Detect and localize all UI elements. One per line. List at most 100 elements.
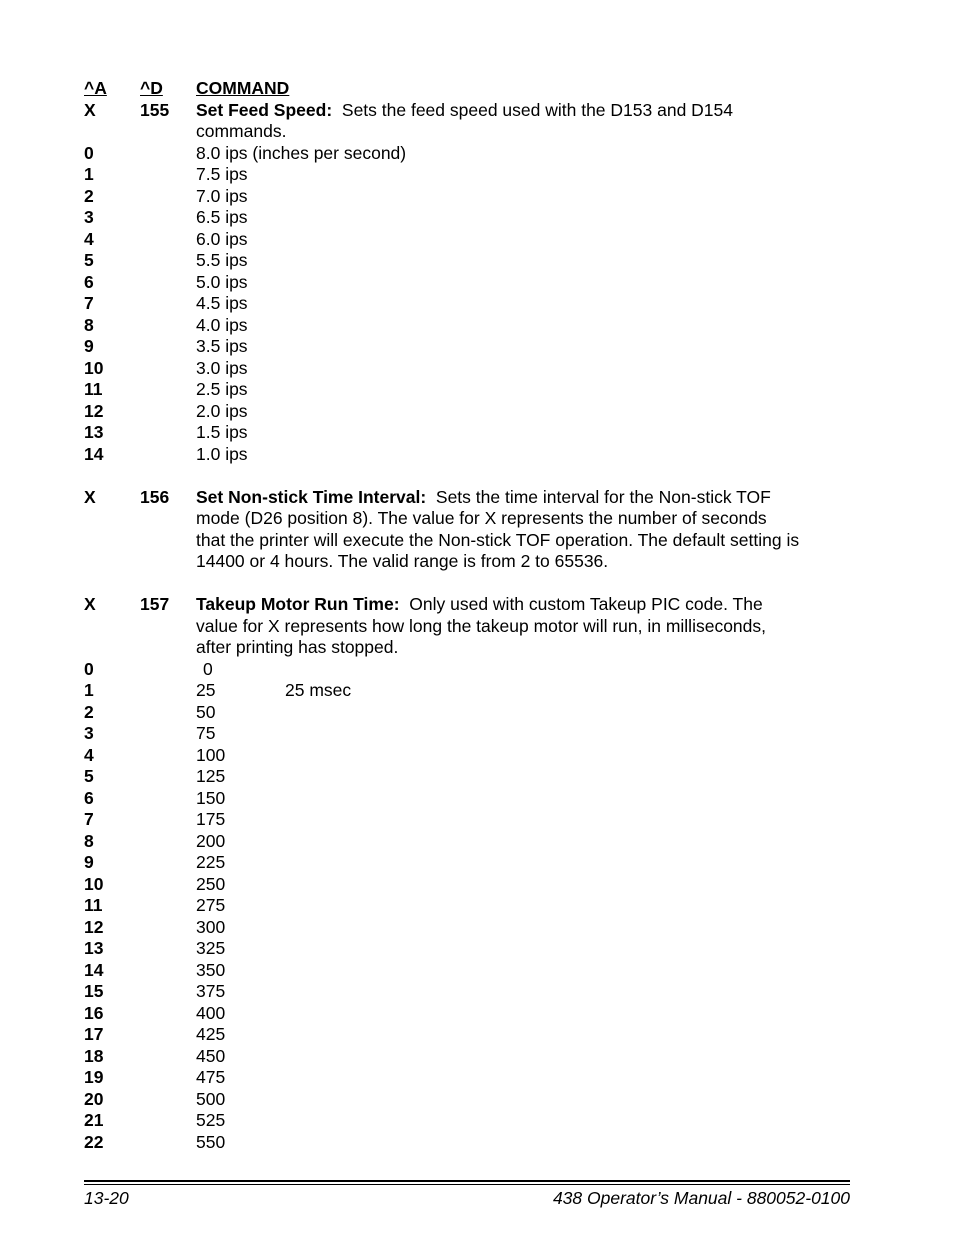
value-text: 7.0 ips: [196, 185, 248, 206]
footer-rule: [84, 1180, 850, 1182]
value-a: 2: [84, 701, 94, 722]
value-row: 10 3.0 ips: [84, 358, 850, 380]
value-a: 16: [84, 1002, 104, 1023]
value-text: 300: [196, 916, 226, 937]
value-note: 25 msec: [285, 680, 352, 700]
value-a: 22: [84, 1131, 104, 1152]
header-col-command: COMMAND: [196, 78, 290, 98]
value-text: 75: [196, 723, 216, 743]
command-description: Takeup Motor Run Time: Only used with cu…: [196, 594, 856, 616]
value-a: 18: [84, 1045, 104, 1066]
value-a: 9: [84, 852, 94, 872]
command-description: Set Non-stick Time Interval: Sets the ti…: [196, 487, 856, 509]
value-row: 4 6.0 ips: [84, 229, 850, 251]
value-text: 1.5 ips: [196, 422, 248, 442]
value-a: 1: [84, 164, 94, 184]
desc-line: mode (D26 position 8). The value for X r…: [196, 508, 767, 528]
value-a: 3: [84, 207, 94, 227]
value-text: 3.0 ips: [196, 357, 248, 378]
value-row: 7 175: [84, 809, 850, 831]
value-row: 10 250: [84, 874, 850, 896]
value-a: 21: [84, 1110, 104, 1130]
value-text: 400: [196, 1002, 226, 1023]
command-d-number: 155: [140, 99, 170, 120]
value-row: 12 2.0 ips: [84, 401, 850, 423]
value-text: 6.0 ips: [196, 228, 248, 249]
value-row: 9 225: [84, 852, 850, 874]
value-row: 21 525: [84, 1110, 850, 1132]
value-row: 1 7.5 ips: [84, 164, 850, 186]
desc-line: 14400 or 4 hours. The valid range is fro…: [196, 551, 609, 571]
value-text: 1.0 ips: [196, 443, 248, 464]
value-a: 11: [84, 379, 103, 399]
value-text: 150: [196, 787, 226, 808]
value-row: 7 4.5 ips: [84, 293, 850, 315]
value-text: 550: [196, 1131, 226, 1152]
value-text: 2.0 ips: [196, 400, 248, 421]
value-row: 20 500: [84, 1089, 850, 1111]
value-a: 13: [84, 938, 104, 958]
value-a: 14: [84, 959, 104, 980]
value-text: 7.5 ips: [196, 164, 248, 184]
table-header: ^A ^D COMMAND: [84, 78, 850, 100]
command-d-number: 156: [140, 486, 170, 507]
takeup-time-values: 0 0 1 25 25 msec 2 50 3 75 4 100 5 125 6 150 7 175 8 200 9 2…: [84, 659, 850, 1154]
value-text: 100: [196, 744, 226, 765]
value-text: 450: [196, 1045, 226, 1066]
value-row: 14 350: [84, 960, 850, 982]
value-text: 525: [196, 1110, 226, 1130]
value-a: 4: [84, 744, 94, 765]
value-text: 0: [203, 658, 213, 679]
command-title: Set Feed Speed:: [196, 99, 333, 120]
value-row: 18 450: [84, 1046, 850, 1068]
value-a: 8: [84, 314, 94, 335]
value-a: 5: [84, 766, 94, 786]
value-text: 125: [196, 766, 226, 786]
value-row: 0 8.0 ips (inches per second): [84, 143, 850, 165]
value-row: 13 1.5 ips: [84, 422, 850, 444]
value-row: 19 475: [84, 1067, 850, 1089]
value-row: 15 375: [84, 981, 850, 1003]
value-text: 200: [196, 830, 226, 851]
value-row: 11 2.5 ips: [84, 379, 850, 401]
command-a-param: X: [84, 99, 96, 120]
header-col-a: ^A: [84, 78, 107, 98]
value-row: 1 25 25 msec: [84, 680, 850, 702]
value-text: 5.5 ips: [196, 250, 248, 270]
desc-continuation: commands.: [84, 121, 850, 143]
value-text: 3.5 ips: [196, 336, 248, 356]
value-a: 20: [84, 1088, 104, 1109]
value-a: 19: [84, 1067, 104, 1087]
value-text: 250: [196, 873, 226, 894]
value-text: 425: [196, 1024, 226, 1044]
command-description: Set Feed Speed: Sets the feed speed used…: [196, 100, 856, 122]
value-text: 325: [196, 938, 226, 958]
value-a: 17: [84, 1024, 104, 1044]
value-row: 9 3.5 ips: [84, 336, 850, 358]
value-text: 350: [196, 959, 226, 980]
value-row: 17 425: [84, 1024, 850, 1046]
value-a: 12: [84, 916, 104, 937]
value-a: 1: [84, 680, 94, 700]
value-row: 00: [84, 659, 850, 681]
page-number: 13-20: [84, 1188, 129, 1208]
desc-continuation: 14400 or 4 hours. The valid range is fro…: [84, 551, 850, 573]
value-row: 16 400: [84, 1003, 850, 1025]
value-row: 5 125: [84, 766, 850, 788]
value-a: 15: [84, 981, 104, 1001]
desc-line: commands.: [196, 121, 287, 141]
desc-line: that the printer will execute the Non-st…: [196, 529, 800, 550]
command-157-row: X 157 Takeup Motor Run Time: Only used w…: [84, 594, 850, 616]
desc-continuation: value for X represents how long the take…: [84, 616, 850, 638]
value-a: 10: [84, 873, 104, 894]
value-text: 500: [196, 1088, 226, 1109]
value-text: 375: [196, 981, 226, 1001]
value-row: 3 6.5 ips: [84, 207, 850, 229]
footer-rule-thin: [84, 1184, 850, 1185]
header-col-d: ^D: [140, 78, 163, 98]
value-a: 11: [84, 895, 103, 915]
value-row: 4 100: [84, 745, 850, 767]
feed-speed-values: 0 8.0 ips (inches per second) 1 7.5 ips 2 7.0…: [84, 143, 850, 466]
value-a: 10: [84, 357, 104, 378]
value-a: 4: [84, 228, 94, 249]
